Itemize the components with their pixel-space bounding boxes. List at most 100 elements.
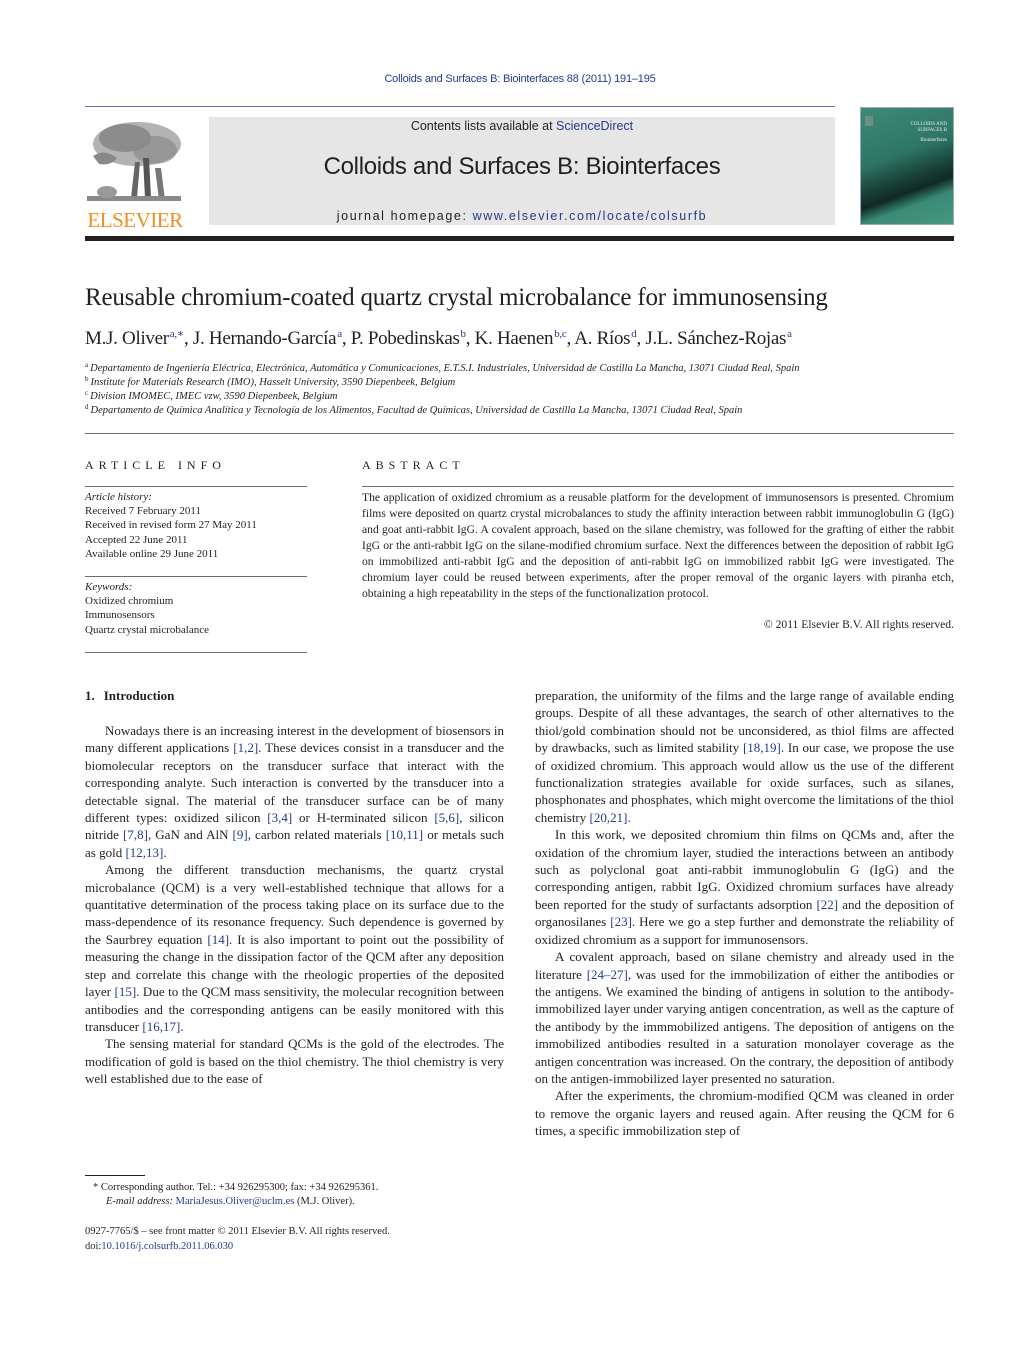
history-received: Received 7 February 2011	[85, 505, 201, 518]
citation-link[interactable]: [16,17]	[142, 1019, 180, 1034]
elsevier-logo: ELSEVIER	[83, 116, 187, 232]
body-paragraph: After the experiments, the chromium-modi…	[535, 1087, 954, 1139]
affiliation-text: Departamento de Ingeniería Eléctrica, El…	[90, 363, 800, 374]
author-separator: ,	[465, 328, 475, 349]
affiliation-text: Institute for Materials Research (IMO), …	[90, 377, 456, 388]
doi-line: doi:10.1016/j.colsurfb.2011.06.030	[85, 1241, 233, 1252]
citation-link[interactable]: [24–27]	[587, 967, 628, 982]
author: J. Hernando-García	[192, 328, 337, 349]
affiliation-rule	[85, 433, 954, 434]
body-paragraph: A covalent approach, based on silane che…	[535, 948, 954, 1087]
article-info-bottom-rule	[85, 652, 307, 653]
contents-prefix: Contents lists available at	[410, 119, 557, 133]
body-text: or H-terminated silicon	[292, 810, 435, 826]
body-text: , GaN and AlN	[147, 827, 233, 843]
body-column-left: Nowadays there is an increasing interest…	[85, 722, 504, 1088]
citation-link[interactable]: [1,2]	[233, 740, 258, 755]
author: K. Haenen	[474, 328, 554, 349]
author: M.J. Oliver	[85, 328, 169, 349]
affiliation-b: b Institute for Materials Research (IMO),…	[85, 375, 455, 388]
citation-link[interactable]: [15]	[115, 984, 137, 999]
cover-subtitle: Biointerfaces	[920, 138, 947, 143]
abstract-text: The application of oxidized chromium as …	[362, 491, 954, 600]
doi-prefix: doi:	[85, 1241, 102, 1252]
citation-link[interactable]: [22]	[816, 897, 838, 912]
body-text: The sensing material for standard QCMs i…	[85, 1036, 504, 1087]
cover-title-line2: SURFACES B	[917, 128, 947, 133]
affiliation-key: c	[85, 389, 89, 397]
affiliation-key: d	[85, 403, 89, 411]
history-label: Article history:	[85, 491, 152, 503]
author-affiliation-link[interactable]: a	[787, 328, 792, 340]
author-affiliation-link[interactable]: a,∗	[170, 328, 185, 340]
history-online: Available online 29 June 2011	[85, 547, 219, 560]
article-title: Reusable chromium-coated quartz crystal …	[85, 284, 828, 311]
body-paragraph: The sensing material for standard QCMs i…	[85, 1035, 504, 1087]
elsevier-wordmark: ELSEVIER	[87, 208, 183, 232]
citation-link[interactable]: [10,11]	[386, 827, 423, 842]
author-separator: ,	[184, 328, 193, 349]
homepage-line: journal homepage: www.elsevier.com/locat…	[209, 209, 835, 223]
abstract-heading: ABSTRACT	[362, 458, 465, 472]
journal-banner: Contents lists available at ScienceDirec…	[209, 117, 835, 225]
body-text: .	[163, 844, 167, 860]
body-column-right: preparation, the uniformity of the films…	[535, 687, 954, 1140]
header-thick-rule	[85, 236, 954, 241]
keyword: Quartz crystal microbalance	[85, 623, 209, 636]
affiliation-c: c Division IMOMEC, IMEC vzw, 3590 Diepenb…	[85, 389, 337, 402]
body-text: , carbon related materials	[247, 827, 386, 843]
author-list: M.J. Olivera,∗, J. Hernando-García a, P. …	[85, 327, 792, 350]
affiliation-a: a Departamento de Ingeniería Eléctrica, E…	[85, 361, 800, 374]
email-label: E-mail address:	[106, 1196, 176, 1207]
abstract-rule	[362, 486, 954, 487]
sciencedirect-link[interactable]: ScienceDirect	[556, 119, 633, 133]
keywords-label: Keywords:	[85, 581, 133, 593]
history-revised: Received in revised form 27 May 2011	[85, 519, 257, 532]
keyword: Oxidized chromium	[85, 595, 174, 608]
citation-link[interactable]: [9]	[233, 827, 248, 842]
body-text: .	[180, 1018, 184, 1034]
footnote-rule	[85, 1175, 145, 1176]
corresponding-author-note: * Corresponding author. Tel.: +34 926295…	[93, 1182, 379, 1193]
journal-cover-image: COLLOIDS AND SURFACES B Biointerfaces	[860, 107, 954, 225]
body-paragraph: preparation, the uniformity of the films…	[535, 687, 954, 826]
email-suffix: (M.J. Oliver).	[294, 1196, 355, 1207]
citation-link[interactable]: [12,13]	[125, 845, 163, 860]
citation-link[interactable]: [3,4]	[267, 810, 292, 825]
email-link[interactable]: MariaJesus.Oliver@uclm.es	[176, 1196, 295, 1207]
citation-link[interactable]: [14]	[207, 932, 229, 947]
body-paragraph: Among the different transduction mechani…	[85, 861, 504, 1035]
history-accepted: Accepted 22 June 2011	[85, 533, 188, 546]
journal-reference-link[interactable]: Colloids and Surfaces B: Biointerfaces 8…	[0, 73, 1021, 85]
elsevier-tree-icon	[85, 118, 183, 206]
front-matter-note: 0927-7765/$ – see front matter © 2011 El…	[85, 1226, 390, 1237]
homepage-prefix: journal homepage:	[336, 209, 473, 223]
abstract-copyright: © 2011 Elsevier B.V. All rights reserved…	[763, 618, 954, 631]
keyword: Immunosensors	[85, 609, 155, 622]
contents-line: Contents lists available at ScienceDirec…	[209, 119, 835, 133]
citation-link[interactable]: [5,6]	[434, 810, 459, 825]
keywords-rule	[85, 576, 307, 577]
section-title: Introduction	[103, 688, 175, 703]
email-note: E-mail address: MariaJesus.Oliver@uclm.e…	[106, 1196, 355, 1207]
body-text: .	[627, 809, 631, 825]
affiliation-d: d Departamento de Química Analítica y Tec…	[85, 403, 742, 416]
citation-link[interactable]: [20,21]	[590, 810, 628, 825]
affiliation-key: a	[85, 361, 89, 369]
body-text: , was used for the immobilization of eit…	[535, 966, 954, 1086]
citation-link[interactable]: [7,8]	[123, 827, 148, 842]
author-affiliation-link[interactable]: b,c	[554, 328, 567, 340]
doi-link[interactable]: 10.1016/j.colsurfb.2011.06.030	[101, 1241, 233, 1252]
section-heading-introduction: 1. Introduction	[85, 688, 174, 704]
affiliation-text: Division IMOMEC, IMEC vzw, 3590 Diepenbe…	[90, 391, 338, 402]
author: P. Pobedinskas	[350, 328, 460, 349]
journal-title: Colloids and Surfaces B: Biointerfaces	[323, 153, 721, 180]
section-number: 1.	[85, 688, 95, 703]
citation-link[interactable]: [18,19]	[743, 740, 781, 755]
citation-link[interactable]: [23]	[610, 914, 632, 929]
keywords: Keywords: Oxidized chromium Immunosensor…	[85, 580, 307, 637]
article-info-rule	[85, 486, 307, 487]
homepage-link[interactable]: www.elsevier.com/locate/colsurfb	[473, 209, 708, 223]
author-separator: ,	[341, 328, 351, 349]
affiliation-key: b	[85, 375, 89, 383]
